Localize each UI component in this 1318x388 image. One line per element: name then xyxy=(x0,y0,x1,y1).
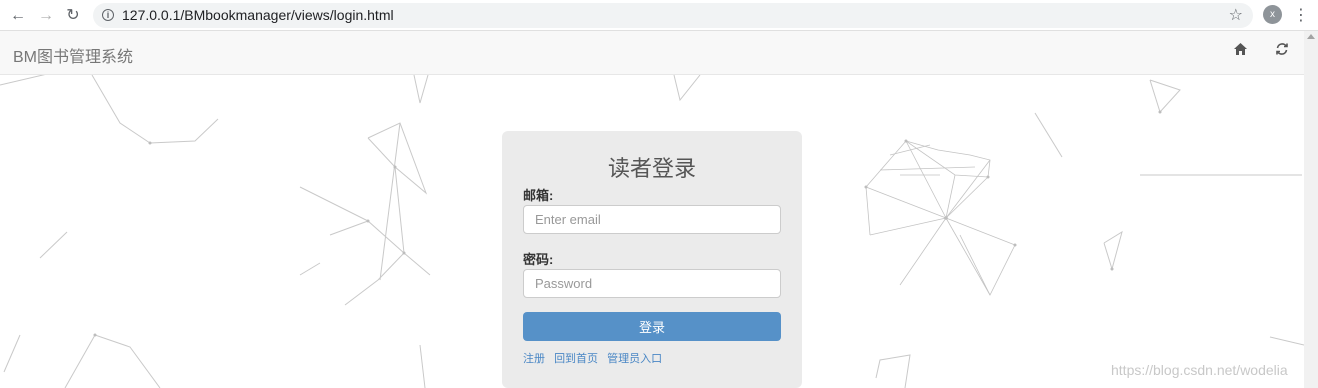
password-label: 密码: xyxy=(523,252,554,267)
register-link[interactable]: 注册 xyxy=(523,353,545,365)
url-text[interactable]: 127.0.0.1/BMbookmanager/views/login.html xyxy=(122,7,394,23)
password-field[interactable] xyxy=(523,269,781,298)
login-button[interactable]: 登录 xyxy=(523,312,781,341)
browser-toolbar: ← → ↻ i 127.0.0.1/BMbookmanager/views/lo… xyxy=(0,0,1318,31)
scroll-up-arrow-icon[interactable] xyxy=(1307,34,1315,39)
app-navbar: BM图书管理系统 xyxy=(0,31,1304,75)
more-menu-icon[interactable]: ⋮ xyxy=(1293,5,1309,25)
login-title: 读者登录 xyxy=(607,156,696,181)
login-panel: 读者登录 邮箱: 密码: 登录 注册 回到首页 管理员入口 xyxy=(502,131,802,388)
home-icon[interactable] xyxy=(1230,41,1250,63)
brand-title[interactable]: BM图书管理系统 xyxy=(13,43,133,67)
address-bar[interactable]: i 127.0.0.1/BMbookmanager/views/login.ht… xyxy=(93,3,1253,28)
page-scrollbar[interactable] xyxy=(1304,31,1318,388)
login-links: 注册 回到首页 管理员入口 xyxy=(523,350,668,366)
admin-entry-link[interactable]: 管理员入口 xyxy=(607,353,662,365)
refresh-icon[interactable] xyxy=(1272,41,1292,63)
star-icon[interactable]: ☆ xyxy=(1229,5,1243,25)
forward-icon[interactable]: → xyxy=(36,6,56,26)
watermark-text: https://blog.csdn.net/wodelia xyxy=(1111,362,1288,378)
email-label: 邮箱: xyxy=(523,188,554,203)
info-icon[interactable]: i xyxy=(102,9,114,21)
email-field[interactable] xyxy=(523,205,781,234)
profile-avatar[interactable]: x xyxy=(1263,5,1282,24)
back-icon[interactable]: ← xyxy=(8,6,28,26)
home-link[interactable]: 回到首页 xyxy=(554,353,598,365)
reload-icon[interactable]: ↻ xyxy=(63,6,83,26)
